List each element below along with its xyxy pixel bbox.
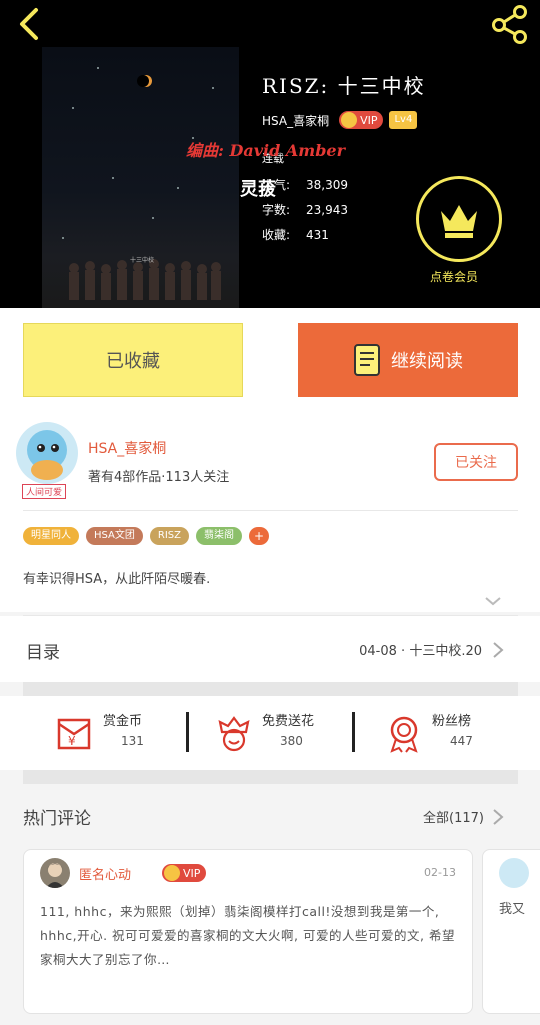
vip-face-icon (164, 865, 180, 881)
chevron-right-icon[interactable] (492, 808, 504, 826)
comment-card[interactable]: 匿名心动 VIP 02-13 111, hhhc，来为熙熙（划掉）翡柒阁模样打c… (23, 849, 473, 1014)
vip-member-button[interactable] (416, 176, 502, 262)
section-separator (23, 682, 518, 696)
action-bar: 已收藏 继续阅读 (0, 308, 540, 412)
author-card-subtitle: 著有4部作品·113人关注 (88, 470, 230, 485)
reward-fan-ranking[interactable]: 粉丝榜 447 (384, 710, 504, 756)
hot-comments-title: 热门评论 (23, 809, 91, 829)
more-tags-button[interactable]: + (249, 527, 270, 545)
stat-favorites: 收藏: 431 (262, 228, 329, 242)
vip-face-icon (341, 112, 358, 128)
author-card-name[interactable]: HSA_喜家桐 (88, 438, 166, 458)
comment-text-preview: 我又 (499, 902, 526, 917)
author-card: 人间可爱 HSA_喜家桐 著有4部作品·113人关注 已关注 明星同人 HSA文… (0, 412, 540, 616)
editor-overlay-text: 编曲: David Amber (186, 141, 345, 160)
book-title: RISZ: 十三中校 (262, 74, 426, 98)
reward-count: 447 (450, 734, 473, 748)
red-envelope-icon: ¥ (57, 718, 91, 750)
author-name[interactable]: HSA_喜家桐 (262, 112, 329, 129)
tag-item[interactable]: 翡柒阁 (196, 527, 243, 545)
back-arrow-icon[interactable] (12, 6, 48, 42)
divider (23, 510, 518, 511)
book-intro: 有幸识得HSA，从此阡陌尽暖春. (23, 572, 211, 587)
reward-flowers[interactable]: 免费送花 380 (214, 710, 344, 756)
tag-item[interactable]: RISZ (149, 527, 190, 545)
table-of-contents-row[interactable]: 目录 04-08 · 十三中校.20 (0, 616, 540, 682)
reward-coins[interactable]: ¥ 赏金币 131 (55, 710, 175, 756)
author-line: HSA_喜家桐 VIP Lv4 (262, 111, 418, 129)
reward-count: 131 (121, 734, 144, 748)
section-separator (23, 770, 518, 784)
author-avatar[interactable] (16, 422, 78, 484)
stat-popularity: 人气: 38,309 (262, 178, 348, 192)
vip-badge: VIP (162, 864, 207, 882)
hot-comments-section: 热门评论 全部(117) 匿名心动 VIP 02-13 111, hhhc，来为… (0, 784, 540, 1025)
reward-title: 免费送花 (262, 714, 315, 729)
vip-badge: VIP (339, 111, 384, 129)
chevron-down-icon[interactable] (484, 596, 502, 606)
latest-chapter: 04-08 · 十三中校.20 (359, 644, 482, 659)
book-header: 十三中校 RISZ: 十三中校 HSA_喜家桐 VIP Lv4 连载 编曲: D… (0, 0, 540, 308)
commenter-avatar[interactable] (499, 858, 529, 888)
svg-text:¥: ¥ (68, 734, 76, 748)
vip-member-label: 点卷会员 (430, 270, 479, 284)
continue-reading-label: 继续阅读 (391, 351, 463, 372)
comment-text: 111, hhhc，来为熙熙（划掉）翡柒阁模样打call!没想到我是第一个, h… (40, 904, 455, 967)
reward-title: 粉丝榜 (432, 714, 472, 729)
tag-item[interactable]: 明星同人 (23, 527, 79, 545)
squirtle-avatar-icon (27, 430, 67, 480)
crown-icon (441, 205, 477, 238)
toc-label: 目录 (26, 643, 60, 663)
moon-icon (137, 75, 149, 87)
divider (186, 712, 189, 752)
book-icon (354, 344, 380, 376)
chevron-right-icon (493, 642, 504, 658)
stat-word-count: 字数: 23,943 (262, 203, 348, 217)
reward-count: 380 (280, 734, 303, 748)
comment-card[interactable]: 我又 (482, 849, 540, 1014)
level-badge: Lv4 (389, 111, 418, 129)
vip-label: VIP (360, 113, 378, 127)
reward-title: 赏金币 (103, 714, 143, 729)
user-avatar-icon (46, 863, 64, 888)
divider (352, 712, 355, 752)
flower-icon (218, 716, 250, 752)
commenter-name[interactable]: 匿名心动 (79, 864, 131, 883)
medal-icon (390, 716, 418, 753)
all-comments-link[interactable]: 全部(117) (423, 807, 484, 826)
avatar-tag: 人间可爱 (22, 484, 67, 499)
collected-button[interactable]: 已收藏 (23, 323, 243, 397)
continue-reading-button[interactable]: 继续阅读 (298, 323, 518, 397)
follow-button[interactable]: 已关注 (434, 443, 518, 481)
tag-list: 明星同人 HSA文团 RISZ 翡柒阁 + (23, 527, 270, 545)
book-cover[interactable]: 十三中校 (42, 47, 239, 308)
commenter-avatar[interactable] (40, 858, 70, 888)
reward-bar: ¥ 赏金币 131 免费送花 380 粉丝榜 447 (0, 696, 540, 770)
tag-item[interactable]: HSA文团 (86, 527, 143, 545)
comment-date: 02-13 (424, 866, 456, 879)
share-icon[interactable] (490, 4, 530, 44)
cover-caption: 十三中校 (130, 257, 155, 264)
vip-label: VIP (183, 866, 201, 880)
